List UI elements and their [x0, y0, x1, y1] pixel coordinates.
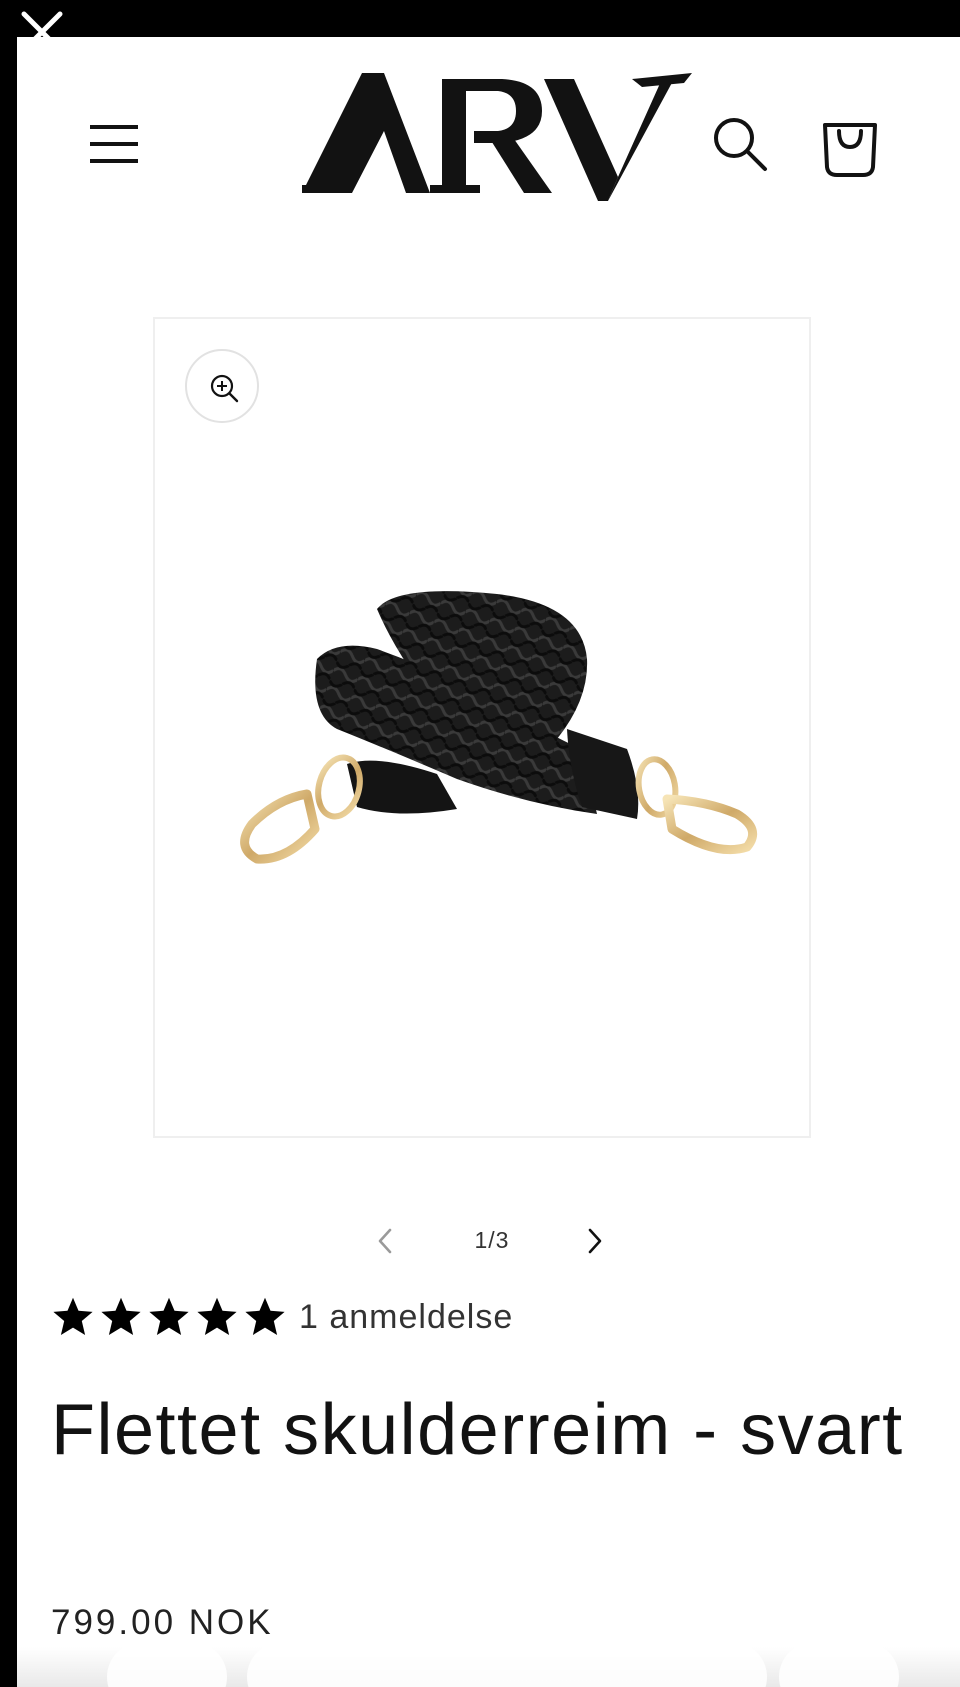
gallery-slider-controls: 1/3 — [17, 1215, 960, 1265]
close-icon[interactable] — [18, 8, 66, 56]
brand-logo[interactable] — [302, 73, 692, 213]
star-filled-icon — [149, 1297, 189, 1335]
product-price: 799.00 NOK — [51, 1603, 274, 1642]
next-slide-button[interactable] — [574, 1221, 614, 1261]
browser-back-button[interactable] — [107, 1642, 227, 1687]
hamburger-menu-icon[interactable] — [87, 119, 141, 169]
overlay-topbar — [0, 0, 960, 37]
zoom-in-icon — [210, 374, 239, 403]
browser-tabs-button[interactable] — [779, 1642, 899, 1687]
product-image-frame — [153, 317, 811, 1138]
chevron-left-icon — [378, 1228, 392, 1254]
review-count-link[interactable]: 1 anmeldelse — [299, 1298, 513, 1337]
product-title: Flettet skulderreim - svart — [51, 1390, 904, 1470]
zoom-button[interactable] — [185, 349, 259, 423]
previous-slide-button[interactable] — [366, 1221, 406, 1261]
product-page: 1/3 1 anmeldelse Flettet skulderreim - s… — [17, 37, 960, 1687]
star-filled-icon — [101, 1297, 141, 1335]
product-rating: 1 anmeldelse — [51, 1287, 513, 1347]
slide-counter: 1/3 — [474, 1227, 510, 1253]
star-filled-icon — [245, 1297, 285, 1335]
site-header — [17, 37, 960, 237]
star-filled-icon — [197, 1297, 237, 1335]
chevron-right-icon — [588, 1228, 602, 1254]
browser-address-pill[interactable] — [247, 1642, 767, 1687]
shopping-bag-icon[interactable] — [817, 109, 883, 179]
search-icon[interactable] — [709, 113, 771, 175]
product-image[interactable] — [197, 589, 777, 894]
star-filled-icon — [53, 1297, 93, 1335]
